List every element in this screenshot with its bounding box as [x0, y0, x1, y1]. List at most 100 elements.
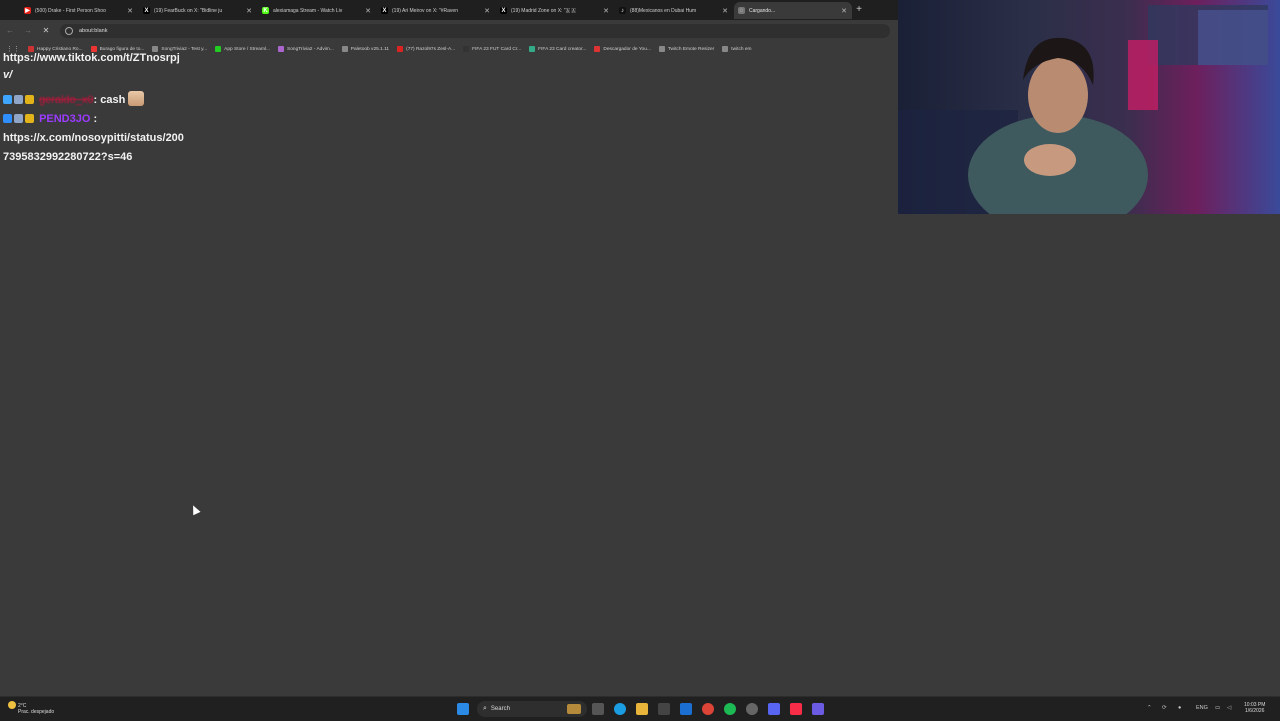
tab-title: (19) Ari Meirov on X: "#Raven: [392, 7, 458, 14]
mic-icon[interactable]: ●: [1178, 705, 1181, 711]
sync-icon[interactable]: ⟳: [1162, 705, 1167, 711]
bookmark-item[interactable]: Paletoob v25.1.11: [341, 46, 389, 52]
bookmark-label: SongTrivia2 - Advim...: [287, 46, 334, 52]
search-label: Search: [490, 706, 510, 712]
browser-tab[interactable]: X (19) Ari Meirov on X: "#Raven ✕: [377, 2, 495, 19]
tab-favicon-icon: X: [143, 7, 150, 14]
edge-icon[interactable]: [614, 703, 626, 715]
tab-favicon-icon: ◌: [738, 7, 745, 14]
site-info-icon[interactable]: [65, 27, 73, 35]
tab-title: (19) FearBuck on X: "Bidline ju: [154, 7, 223, 14]
webcam-overlay: [898, 0, 1280, 214]
tab-favicon-icon: ▶: [24, 7, 31, 14]
tab-favicon-icon: K: [262, 7, 269, 14]
chat-message-url-end: v/: [3, 69, 13, 81]
weather-icon: [8, 701, 16, 709]
browser-tab[interactable]: ♪ (88)Mexicanos en Dubai Hum ✕: [615, 2, 733, 19]
streamer-webcam-image: [898, 5, 1268, 214]
bookmark-item[interactable]: FIFA 23 FUT Card Cr...: [463, 46, 521, 52]
bookmark-favicon-icon: [341, 46, 348, 52]
taskbar-search[interactable]: ⌕ Search: [477, 701, 587, 717]
chevron-up-icon[interactable]: ⌃: [1147, 705, 1152, 711]
bookmark-item[interactable]: SongTrivia2 - Advim...: [278, 46, 334, 52]
bookmark-item[interactable]: Descargador de You...: [594, 46, 651, 52]
bookmark-label: Descargador de You...: [603, 46, 651, 52]
mail-icon[interactable]: [680, 703, 692, 715]
bookmark-label: Burago figura de to...: [99, 46, 145, 52]
start-icon[interactable]: [457, 703, 469, 715]
windows-taskbar: 2°C Prac. despejado ⌕ Search ⌃ ⟳ ● ENG ▭…: [0, 696, 1280, 721]
bookmark-favicon-icon: [278, 46, 285, 52]
browser-tab[interactable]: ◌ Cargando... ✕: [734, 2, 852, 19]
clock-date: 1/6/2026: [1244, 708, 1265, 714]
chat-username[interactable]: PEND3JO: [39, 113, 90, 125]
browser-tab[interactable]: X (19) Madrid Zone on X: "🇦 🇦 ✕: [496, 2, 614, 19]
chat-message-url: 7395832992280722?s=46: [3, 151, 133, 163]
badge-icon: [3, 95, 12, 104]
bookmark-item[interactable]: (77) Razol97s Zesl-A...: [397, 46, 455, 52]
chat-message-url: https://x.com/nosoypitti/status/200: [3, 132, 184, 144]
tab-close-icon[interactable]: ✕: [126, 7, 134, 15]
task-view-icon[interactable]: [592, 703, 604, 715]
weather-widget[interactable]: 2°C Prac. despejado: [8, 701, 54, 715]
bookmark-favicon-icon: [658, 46, 665, 52]
tab-close-icon[interactable]: ✕: [245, 7, 253, 15]
tab-close-icon[interactable]: ✕: [364, 7, 372, 15]
badge-icon: [3, 114, 12, 123]
bookmark-label: twitch em: [731, 46, 752, 52]
discord-icon[interactable]: [768, 703, 780, 715]
teams-icon[interactable]: [812, 703, 824, 715]
file-explorer-icon[interactable]: [636, 703, 648, 715]
back-icon[interactable]: ←: [4, 25, 16, 37]
chat-message: PEND3JO :: [3, 113, 97, 125]
chrome-icon[interactable]: [702, 703, 714, 715]
bookmark-label: FIFA 23 Card creator...: [538, 46, 587, 52]
spotify-icon[interactable]: [724, 703, 736, 715]
obs-icon[interactable]: [746, 703, 758, 715]
browser-tab[interactable]: X (19) FearBuck on X: "Bidline ju ✕: [139, 2, 257, 19]
search-highlight-icon: [567, 704, 581, 714]
bookmark-label: FIFA 23 FUT Card Cr...: [472, 46, 522, 52]
address-bar[interactable]: about:blank: [60, 24, 890, 38]
tab-favicon-icon: X: [381, 7, 388, 14]
new-tab-button[interactable]: +: [852, 4, 866, 16]
bookmark-item[interactable]: twitch em: [722, 46, 752, 52]
tab-close-icon[interactable]: ✕: [602, 7, 610, 15]
badge-icon: [14, 114, 23, 123]
tab-title: (88)Mexicanos en Dubai Hum: [630, 7, 697, 14]
mouse-cursor-icon: [189, 503, 201, 516]
stop-loading-icon[interactable]: ✕: [40, 25, 52, 37]
tab-close-icon[interactable]: ✕: [840, 7, 848, 15]
tab-title: Cargando...: [749, 7, 776, 14]
tab-favicon-icon: ♪: [619, 7, 626, 14]
store-icon[interactable]: [658, 703, 670, 715]
volume-icon[interactable]: ◁: [1227, 705, 1231, 711]
chat-message-url-partial: https://www.tiktok.com/t/ZTnosrpj: [3, 52, 180, 64]
tab-close-icon[interactable]: ✕: [483, 7, 491, 15]
bookmark-label: App Store / Streaml...: [224, 46, 271, 52]
chat-username[interactable]: geraldo_x0: [39, 94, 93, 106]
forward-icon[interactable]: →: [22, 25, 34, 37]
bookmark-favicon-icon: [463, 46, 470, 52]
bookmark-favicon-icon: [594, 46, 601, 52]
bookmark-favicon-icon: [215, 46, 222, 52]
badge-icon: [14, 95, 23, 104]
browser-tab[interactable]: Kalexiamaga Stream - Watch Liv ✕: [258, 2, 376, 19]
address-text: about:blank: [79, 28, 108, 34]
bookmark-label: Happy Cristiano Ro...: [37, 46, 83, 52]
bookmark-item[interactable]: Twitch Emote Resizer: [658, 46, 715, 52]
chat-text: :: [90, 113, 98, 125]
browser-tab[interactable]: ▶ (500) Drake - First Person Shoo ✕: [20, 2, 138, 19]
bookmark-item[interactable]: FIFA 23 Card creator...: [529, 46, 586, 52]
monitor-icon[interactable]: ▭: [1215, 705, 1220, 711]
system-clock[interactable]: 10:03 PM 1/6/2026: [1244, 702, 1265, 714]
bookmark-item[interactable]: App Store / Streaml...: [215, 46, 270, 52]
crown-icon: [25, 114, 34, 123]
bookmark-favicon-icon: [722, 46, 729, 52]
tab-favicon-icon: X: [500, 7, 507, 14]
tab-close-icon[interactable]: ✕: [721, 7, 729, 15]
language-indicator[interactable]: ENG: [1196, 705, 1208, 711]
tab-title: (500) Drake - First Person Shoo: [35, 7, 106, 14]
music-icon[interactable]: [790, 703, 802, 715]
bookmark-label: Twitch Emote Resizer: [667, 46, 715, 52]
